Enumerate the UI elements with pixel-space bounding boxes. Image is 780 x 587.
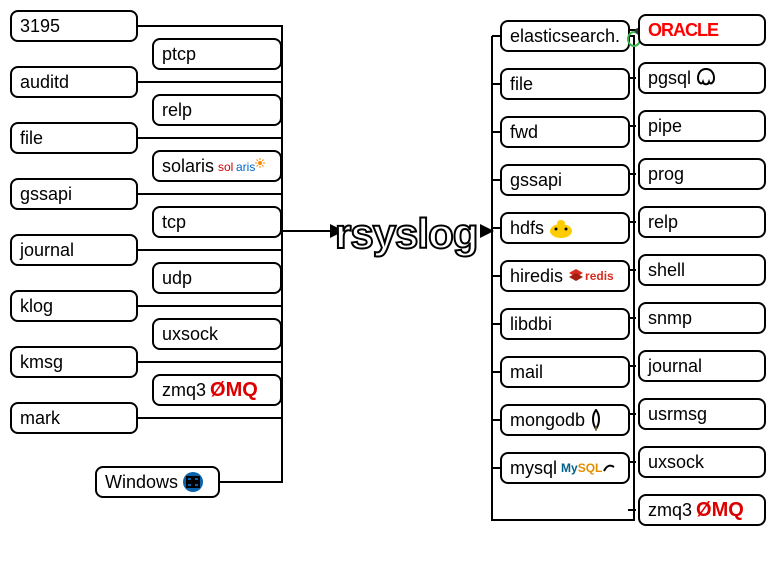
input-klog: klog — [10, 290, 138, 322]
rsyslog-center: rsyslog — [335, 210, 477, 258]
windows-icon — [182, 471, 204, 493]
node-label: mail — [510, 362, 543, 383]
input-solaris: solarissolaris — [152, 150, 282, 182]
svg-text:aris: aris — [236, 160, 255, 174]
output-elasticsearch.: elasticsearch. — [500, 20, 630, 52]
node-label: zmq3 — [162, 380, 206, 401]
node-label: Windows — [105, 472, 178, 493]
mysql-icon: MySQL — [561, 461, 616, 475]
input-uxsock: uxsock — [152, 318, 282, 350]
node-label: file — [510, 74, 533, 95]
node-label: kmsg — [20, 352, 63, 373]
node-label: ORACLE — [648, 20, 718, 41]
node-label: hdfs — [510, 218, 544, 239]
node-label: zmq3 — [648, 500, 692, 521]
redis-icon: redis — [567, 267, 614, 285]
output-gssapi: gssapi — [500, 164, 630, 196]
node-label: shell — [648, 260, 685, 281]
input-ptcp: ptcp — [152, 38, 282, 70]
output-usrmsg: usrmsg — [638, 398, 766, 430]
node-label: hiredis — [510, 266, 563, 287]
node-label: relp — [648, 212, 678, 233]
node-label: 3195 — [20, 16, 60, 37]
input-udp: udp — [152, 262, 282, 294]
output-pgsql: pgsql — [638, 62, 766, 94]
node-label: journal — [648, 356, 702, 377]
postgres-icon — [695, 67, 717, 89]
output-uxsock: uxsock — [638, 446, 766, 478]
input-gssapi: gssapi — [10, 178, 138, 210]
output-snmp: snmp — [638, 302, 766, 334]
output-shell: shell — [638, 254, 766, 286]
output-libdbi: libdbi — [500, 308, 630, 340]
node-label: tcp — [162, 212, 186, 233]
node-label: mongodb — [510, 410, 585, 431]
output-zmq3: zmq3ØMQ — [638, 494, 766, 526]
output-fwd: fwd — [500, 116, 630, 148]
node-label: elasticsearch. — [510, 26, 620, 47]
output-mysql: mysql MySQL — [500, 452, 630, 484]
node-label: ptcp — [162, 44, 196, 65]
node-label: journal — [20, 240, 74, 261]
node-label: file — [20, 128, 43, 149]
output-mail: mail — [500, 356, 630, 388]
node-label: prog — [648, 164, 684, 185]
output-pipe: pipe — [638, 110, 766, 142]
zmq-icon: ØMQ — [696, 499, 744, 522]
output-hiredis: hiredisredis — [500, 260, 630, 292]
output-file: file — [500, 68, 630, 100]
input-relp: relp — [152, 94, 282, 126]
node-label: auditd — [20, 72, 69, 93]
input-file: file — [10, 122, 138, 154]
svg-text:sol: sol — [218, 160, 233, 174]
input-zmq3: zmq3ØMQ — [152, 374, 282, 406]
output-mongodb: mongodb — [500, 404, 630, 436]
output-ORACLE: ORACLE — [638, 14, 766, 46]
node-label: uxsock — [648, 452, 704, 473]
hadoop-icon — [548, 217, 574, 239]
node-label: relp — [162, 100, 192, 121]
output-relp: relp — [638, 206, 766, 238]
mongo-icon — [589, 409, 603, 431]
solaris-icon: solaris — [218, 157, 268, 175]
node-label: uxsock — [162, 324, 218, 345]
node-label: fwd — [510, 122, 538, 143]
output-journal: journal — [638, 350, 766, 382]
node-label: solaris — [162, 156, 214, 177]
node-label: gssapi — [20, 184, 72, 205]
node-label: usrmsg — [648, 404, 707, 425]
input-auditd: auditd — [10, 66, 138, 98]
output-prog: prog — [638, 158, 766, 190]
output-hdfs: hdfs — [500, 212, 630, 244]
node-label: mark — [20, 408, 60, 429]
zmq-icon: ØMQ — [210, 379, 258, 402]
node-label: klog — [20, 296, 53, 317]
input-kmsg: kmsg — [10, 346, 138, 378]
node-label: libdbi — [510, 314, 552, 335]
node-label: snmp — [648, 308, 692, 329]
node-label: mysql — [510, 458, 557, 479]
input-tcp: tcp — [152, 206, 282, 238]
input-3195: 3195 — [10, 10, 138, 42]
node-label: pipe — [648, 116, 682, 137]
node-label: gssapi — [510, 170, 562, 191]
input-windows: Windows — [95, 466, 220, 498]
input-mark: mark — [10, 402, 138, 434]
input-journal: journal — [10, 234, 138, 266]
node-label: pgsql — [648, 68, 691, 89]
node-label: udp — [162, 268, 192, 289]
